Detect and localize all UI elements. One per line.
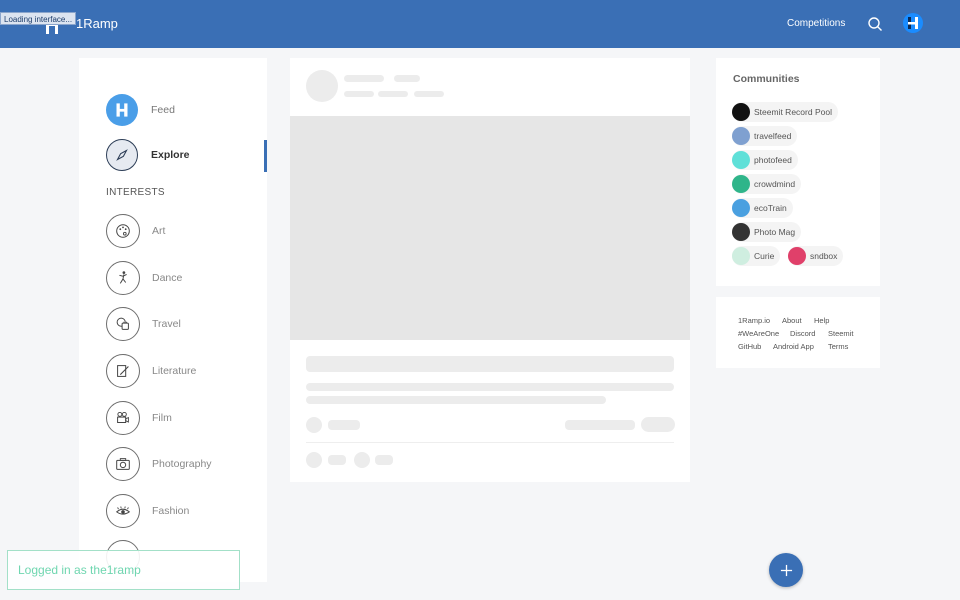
community-logo-icon (732, 223, 750, 241)
skeleton-line (375, 455, 393, 465)
link-github[interactable]: GitHub (738, 342, 761, 351)
link-terms[interactable]: Terms (828, 342, 848, 351)
skeleton-line (394, 75, 420, 82)
skeleton-line (414, 91, 444, 97)
sidebar-item-explore[interactable]: Explore (106, 138, 190, 172)
logo-text[interactable]: 1Ramp (76, 16, 118, 32)
link-discord[interactable]: Discord (790, 329, 815, 338)
link-about[interactable]: About (782, 316, 802, 325)
link-android-app[interactable]: Android App (773, 342, 814, 351)
explore-label: Explore (151, 149, 190, 161)
sidebar-item-photography[interactable]: Photography (106, 447, 212, 481)
community-name: Steemit Record Pool (754, 107, 832, 117)
community-logo-icon (732, 199, 750, 217)
skeleton-line (378, 91, 408, 97)
community-name: crowdmind (754, 179, 796, 189)
camera-icon (106, 447, 140, 481)
community-logo-icon (732, 175, 750, 193)
community-logo-icon (732, 247, 750, 265)
skeleton-image (290, 116, 690, 340)
community-chip[interactable]: crowdmind (732, 174, 802, 194)
palette-icon (106, 214, 140, 248)
community-chip[interactable]: photofeed (732, 150, 798, 170)
interest-label: Film (152, 412, 172, 424)
record-icon (732, 103, 750, 121)
interest-label: Art (152, 225, 166, 237)
active-indicator (264, 140, 267, 172)
sidebar-item-feed[interactable]: Feed (106, 93, 175, 127)
community-name: sndbox (810, 251, 838, 261)
skeleton-line (565, 420, 635, 430)
communities-panel: Communities Steemit Record Pool travelfe… (716, 58, 880, 286)
interest-label: Dance (152, 272, 183, 284)
post-skeleton-card (290, 58, 690, 482)
skeleton-title (306, 356, 674, 372)
dance-icon (106, 261, 140, 295)
interest-label: Literature (152, 365, 197, 377)
sidebar-item-fashion[interactable]: Fashion (106, 494, 189, 528)
divider (306, 442, 674, 443)
skeleton-dot (306, 417, 322, 433)
interest-label: Travel (152, 318, 181, 330)
link-steemit[interactable]: Steemit (828, 329, 853, 338)
skeleton-pill (641, 417, 675, 432)
top-bar: 1Ramp Competitions (0, 0, 960, 48)
footer-links: 1Ramp.io About Help #WeAreOne Discord St… (716, 297, 880, 368)
community-logo-icon (788, 247, 806, 265)
sidebar-item-art[interactable]: Art (106, 214, 165, 248)
competitions-link[interactable]: Competitions (787, 18, 845, 30)
loading-indicator: Loading interface... (0, 12, 77, 25)
link-weareone[interactable]: #WeAreOne (738, 329, 779, 338)
community-chip[interactable]: Photo Mag (732, 222, 802, 242)
community-name: photofeed (754, 155, 792, 165)
skeleton-dot (354, 452, 370, 468)
avatar-logo-icon (908, 17, 918, 29)
skeleton-line (306, 396, 606, 404)
skeleton-line (328, 420, 360, 430)
sidebar-item-literature[interactable]: Literature (106, 354, 196, 388)
community-name: travelfeed (754, 131, 792, 141)
compass-icon (106, 139, 138, 171)
feed-label: Feed (151, 104, 175, 116)
plus-icon (780, 564, 792, 576)
community-chip[interactable]: Steemit Record Pool (732, 102, 838, 122)
login-status-toast: Logged in as the1ramp (7, 550, 240, 590)
film-camera-icon (106, 401, 140, 435)
skeleton-avatar (306, 70, 338, 102)
community-logo-icon (732, 151, 750, 169)
community-chip[interactable]: ecoTrain (732, 198, 793, 218)
community-chip[interactable]: sndbox (788, 246, 844, 266)
community-logo-icon (732, 127, 750, 145)
interest-label: Photography (152, 458, 212, 470)
user-avatar[interactable] (903, 13, 923, 33)
sidebar-item-travel[interactable]: Travel (106, 307, 181, 341)
community-name: ecoTrain (754, 203, 787, 213)
community-chip[interactable]: travelfeed (732, 126, 798, 146)
link-1ramp[interactable]: 1Ramp.io (738, 316, 770, 325)
eye-lashes-icon (106, 494, 140, 528)
create-post-button[interactable] (769, 553, 803, 587)
feed-logo-icon (106, 94, 138, 126)
sidebar-item-film[interactable]: Film (106, 401, 172, 435)
skeleton-dot (306, 452, 322, 468)
interest-label: Fashion (152, 505, 190, 517)
quill-icon (106, 354, 140, 388)
community-name: Curie (754, 251, 775, 261)
luggage-icon (106, 307, 140, 341)
skeleton-line (328, 455, 346, 465)
communities-title: Communities (733, 73, 800, 85)
skeleton-line (344, 75, 384, 82)
link-help[interactable]: Help (814, 316, 829, 325)
sidebar-item-dance[interactable]: Dance (106, 261, 182, 295)
sidebar: Feed Explore INTERESTS Art Dance Travel … (79, 58, 267, 582)
search-icon[interactable] (867, 16, 883, 32)
community-name: Photo Mag (754, 227, 796, 237)
skeleton-line (344, 91, 374, 97)
community-chip[interactable]: Curie (732, 246, 781, 266)
interests-heading: INTERESTS (106, 187, 165, 198)
skeleton-line (306, 383, 674, 391)
